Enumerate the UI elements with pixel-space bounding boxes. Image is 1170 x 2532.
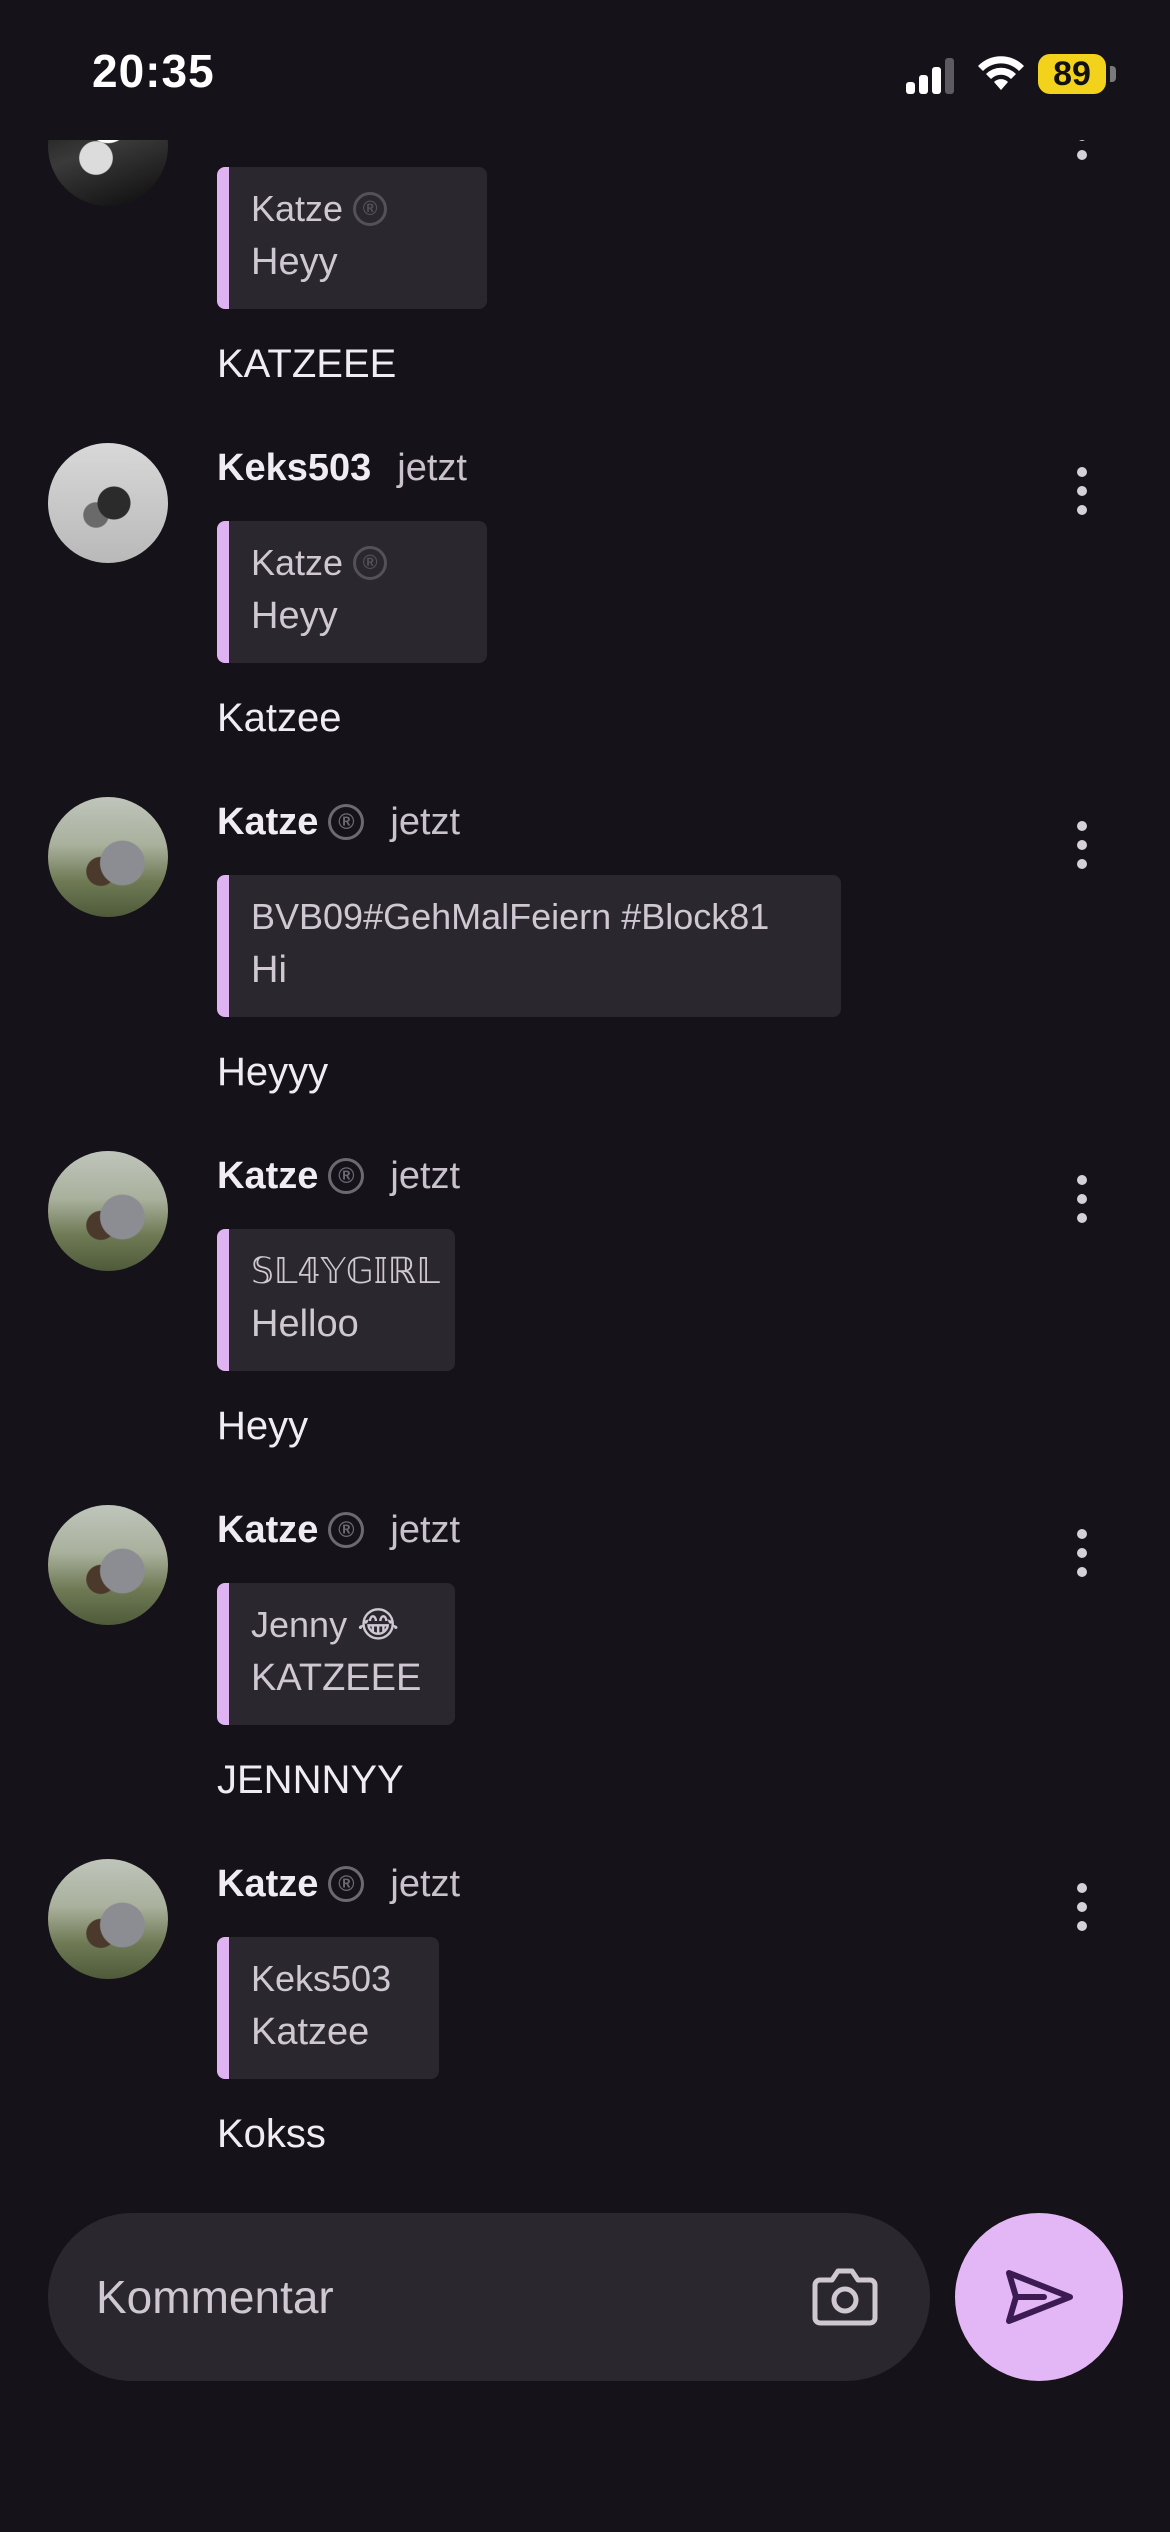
more-options-icon[interactable] [1076, 467, 1088, 515]
quoted-author: Katze [251, 542, 344, 583]
comment-author[interactable]: Keks503 [217, 447, 371, 490]
comment-time: jetzt [397, 446, 467, 489]
quoted-comment[interactable]: Katze ® Heyy [217, 521, 487, 663]
comment-time: jetzt [390, 1154, 461, 1197]
status-time: 20:35 [92, 45, 215, 97]
quoted-author: 𝕊𝕃𝟜𝕐𝔾𝕀ℝ𝕃 [251, 1250, 440, 1291]
comment-text: Katzee [217, 696, 342, 740]
quoted-comment[interactable]: 𝕊𝕃𝟜𝕐𝔾𝕀ℝ𝕃 Helloo [217, 1229, 455, 1371]
quoted-text: KATZEEE [251, 1657, 422, 1699]
verified-icon: ® [328, 804, 365, 840]
comment-text: Heyyy [217, 1050, 329, 1094]
quoted-text: Katzee [251, 2011, 370, 2053]
avatar[interactable] [48, 1859, 168, 1979]
quoted-author: Jenny 😂 [251, 1604, 400, 1645]
cellular-signal-icon [906, 56, 956, 94]
camera-icon[interactable] [812, 2266, 878, 2326]
verified-icon: ® [328, 1512, 365, 1548]
comment-time: jetzt [390, 1508, 461, 1551]
more-options-icon[interactable] [1076, 1529, 1088, 1577]
quoted-text: Helloo [251, 1303, 359, 1345]
battery-icon: 89 [1038, 54, 1106, 94]
comment-time: jetzt [390, 1862, 461, 1905]
more-options-icon[interactable] [1076, 821, 1088, 869]
comment-author[interactable]: Katze [217, 801, 318, 844]
quoted-comment[interactable]: BVB09#GehMalFeiern #Block81 Hi [217, 875, 841, 1017]
comment-input[interactable] [48, 2213, 930, 2381]
send-button[interactable] [955, 2213, 1123, 2381]
avatar[interactable] [48, 443, 168, 563]
avatar[interactable] [48, 1505, 168, 1625]
comment-time: jetzt [390, 800, 461, 843]
comment-author[interactable]: Katze [217, 1155, 318, 1198]
quoted-comment[interactable]: Jenny 😂 KATZEEE [217, 1583, 455, 1725]
battery-nub [1110, 66, 1116, 82]
quoted-comment[interactable]: Keks503 Katzee [217, 1937, 439, 2079]
quoted-comment[interactable]: Katze ® Heyy [217, 167, 487, 309]
status-bar: 20:35 89 [0, 0, 1170, 140]
more-options-icon[interactable] [1076, 1175, 1088, 1223]
verified-icon: ® [328, 1866, 365, 1902]
quoted-author: Katze [251, 188, 344, 229]
comment-text: JENNNYY [217, 1758, 404, 1802]
comment-author[interactable]: Katze [217, 1863, 318, 1906]
more-options-icon[interactable] [1076, 1883, 1088, 1931]
comment-text: Kokss [217, 2112, 326, 2156]
send-icon [1006, 2270, 1073, 2324]
verified-icon: ® [328, 1158, 365, 1194]
comment-text: KATZEEE [217, 342, 397, 386]
comment-feed[interactable]: Katze ® Heyy KATZEEE Keks503 jetzt Katze… [0, 0, 1170, 2200]
verified-icon: ® [353, 192, 388, 226]
verified-icon: ® [353, 546, 388, 580]
quoted-text: Hi [251, 949, 287, 991]
comment-text: Heyy [217, 1404, 309, 1448]
avatar[interactable] [48, 797, 168, 917]
wifi-icon [978, 56, 1024, 90]
quoted-author: BVB09#GehMalFeiern #Block81 [251, 896, 770, 937]
quoted-author: Keks503 [251, 1958, 392, 1999]
quoted-text: Heyy [251, 241, 338, 283]
quoted-text: Heyy [251, 595, 338, 637]
avatar[interactable] [48, 1151, 168, 1271]
comment-author[interactable]: Katze [217, 1509, 318, 1552]
